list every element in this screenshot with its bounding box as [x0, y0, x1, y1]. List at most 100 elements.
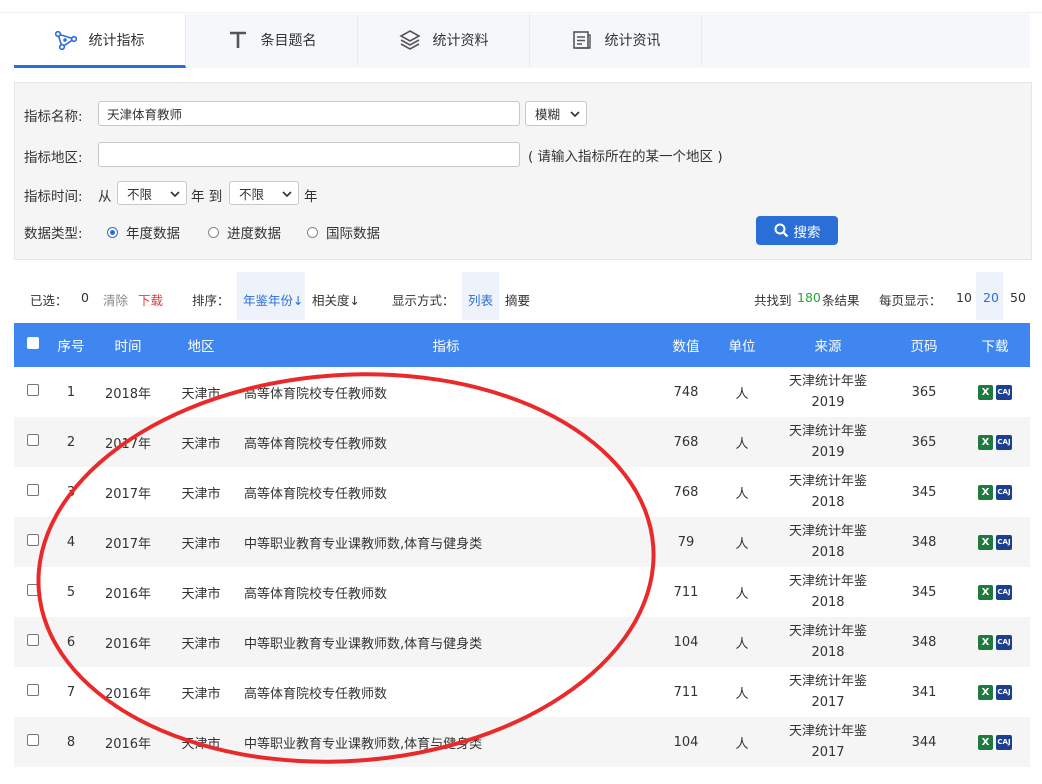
row-source-year: 2018 [811, 545, 845, 560]
layers-icon [398, 29, 421, 51]
radio-dot [307, 226, 318, 238]
row-source-title: 天津统计年鉴 [788, 474, 867, 489]
row-source-title: 天津统计年鉴 [788, 624, 867, 639]
row-select-cell[interactable] [14, 567, 52, 617]
row-indicator[interactable]: 高等体育院校专任教师数 [236, 417, 656, 467]
tab-statistical-materials[interactable]: 统计资料 [358, 14, 530, 66]
per-page-50[interactable]: 50 [1010, 290, 1026, 305]
row-page: 348 [911, 634, 937, 650]
row-source[interactable]: 天津统计年鉴 2018 [768, 467, 888, 517]
row-indicator[interactable]: 高等体育院校专任教师数 [236, 367, 656, 417]
row-region: 天津市 [181, 486, 221, 502]
per-page-10[interactable]: 10 [956, 290, 972, 305]
row-checkbox[interactable] [27, 384, 39, 396]
caj-download-icon[interactable]: CAJ [996, 534, 1012, 550]
caj-download-icon[interactable]: CAJ [996, 384, 1012, 400]
row-select-cell[interactable] [14, 467, 52, 517]
row-source[interactable]: 天津统计年鉴 2018 [768, 617, 888, 667]
per-page-20[interactable]: 20 [983, 290, 999, 305]
row-checkbox[interactable] [27, 434, 39, 446]
excel-download-icon[interactable]: X [978, 734, 993, 750]
row-checkbox[interactable] [27, 534, 39, 546]
document-list-icon [571, 29, 593, 51]
display-list[interactable]: 列表 [468, 290, 493, 309]
excel-download-icon[interactable]: X [978, 634, 993, 650]
year-to-select[interactable]: 不限 [229, 181, 299, 205]
row-select-cell[interactable] [14, 617, 52, 667]
row-value: 104 [673, 634, 699, 650]
excel-download-icon[interactable]: X [978, 384, 993, 400]
radio-international-data[interactable]: 国际数据 [307, 222, 380, 242]
row-indicator[interactable]: 高等体育院校专任教师数 [236, 467, 656, 517]
excel-download-icon[interactable]: X [978, 534, 993, 550]
indicator-name-label: 指标名称: [24, 109, 83, 125]
row-page: 344 [911, 734, 937, 750]
sort-by-relevance[interactable]: 相关度↓ [312, 290, 360, 309]
indicator-region-input[interactable] [98, 142, 520, 167]
row-select-cell[interactable] [14, 517, 52, 567]
display-summary[interactable]: 摘要 [505, 290, 530, 309]
header-select-all[interactable] [14, 323, 52, 367]
row-unit: 人 [735, 586, 749, 602]
row-select-cell[interactable] [14, 417, 52, 467]
caj-download-icon[interactable]: CAJ [996, 484, 1012, 500]
row-source-title: 天津统计年鉴 [788, 724, 867, 739]
row-indicator[interactable]: 中等职业教育专业课教师数,体育与健身类 [236, 617, 656, 667]
tab-statistical-news[interactable]: 统计资讯 [530, 14, 702, 66]
row-checkbox[interactable] [27, 684, 39, 696]
row-source[interactable]: 天津统计年鉴 2017 [768, 717, 888, 767]
table-row: 5 2016年 天津市 高等体育院校专任教师数 711 人 天津统计年鉴 2018 345 X CA… [14, 567, 1030, 617]
download-link[interactable]: 下载 [138, 290, 163, 309]
tab-entry-titles[interactable]: 条目题名 [186, 14, 358, 66]
row-indicator[interactable]: 中等职业教育专业课教师数,体育与健身类 [236, 717, 656, 767]
table-row: 2 2017年 天津市 高等体育院校专任教师数 768 人 天津统计年鉴 2019 365 X CA… [14, 417, 1030, 467]
search-icon [774, 223, 789, 238]
row-select-cell[interactable] [14, 367, 52, 417]
caj-download-icon[interactable]: CAJ [996, 684, 1012, 700]
row-region: 天津市 [181, 386, 221, 402]
excel-download-icon[interactable]: X [978, 584, 993, 600]
row-source[interactable]: 天津统计年鉴 2018 [768, 567, 888, 617]
row-source-year: 2019 [811, 395, 845, 410]
row-source[interactable]: 天津统计年鉴 2018 [768, 517, 888, 567]
row-indicator[interactable]: 中等职业教育专业课教师数,体育与健身类 [236, 517, 656, 567]
tab-statistical-indicators[interactable]: 统计指标 [14, 14, 186, 68]
indicator-name-input[interactable] [98, 101, 520, 126]
row-checkbox[interactable] [27, 584, 39, 596]
row-select-cell[interactable] [14, 717, 52, 767]
row-source[interactable]: 天津统计年鉴 2019 [768, 417, 888, 467]
radio-dot [208, 226, 219, 238]
clear-link[interactable]: 清除 [103, 290, 128, 309]
row-value: 768 [673, 484, 699, 500]
sort-by-year[interactable]: 年鉴年份↓ [243, 290, 303, 309]
caj-download-icon[interactable]: CAJ [996, 734, 1012, 750]
year-from-select[interactable]: 不限 [117, 181, 187, 205]
select-all-checkbox[interactable] [27, 337, 39, 349]
row-no: 1 [66, 384, 76, 400]
found-prefix: 共找到 [754, 293, 792, 308]
row-unit: 人 [735, 736, 749, 752]
caj-download-icon[interactable]: CAJ [996, 434, 1012, 450]
radio-annual-data[interactable]: 年度数据 [107, 222, 180, 242]
row-checkbox[interactable] [27, 634, 39, 646]
caj-download-icon[interactable]: CAJ [996, 584, 1012, 600]
match-mode-select[interactable]: 模糊 [525, 101, 587, 126]
row-value: 79 [677, 534, 695, 550]
row-select-cell[interactable] [14, 667, 52, 717]
row-indicator[interactable]: 高等体育院校专任教师数 [236, 667, 656, 717]
row-checkbox[interactable] [27, 484, 39, 496]
radio-progress-data[interactable]: 进度数据 [208, 222, 281, 242]
caj-download-icon[interactable]: CAJ [996, 634, 1012, 650]
row-source[interactable]: 天津统计年鉴 2017 [768, 667, 888, 717]
excel-download-icon[interactable]: X [978, 434, 993, 450]
row-unit: 人 [735, 636, 749, 652]
search-button[interactable]: 搜索 [756, 216, 838, 245]
header-unit: 单位 [728, 339, 756, 355]
row-indicator[interactable]: 高等体育院校专任教师数 [236, 567, 656, 617]
row-source[interactable]: 天津统计年鉴 2019 [768, 367, 888, 417]
excel-download-icon[interactable]: X [978, 484, 993, 500]
tab-label: 统计资料 [432, 33, 489, 49]
excel-download-icon[interactable]: X [978, 684, 993, 700]
row-download-cell: X CAJ [960, 367, 1030, 417]
row-checkbox[interactable] [27, 734, 39, 746]
